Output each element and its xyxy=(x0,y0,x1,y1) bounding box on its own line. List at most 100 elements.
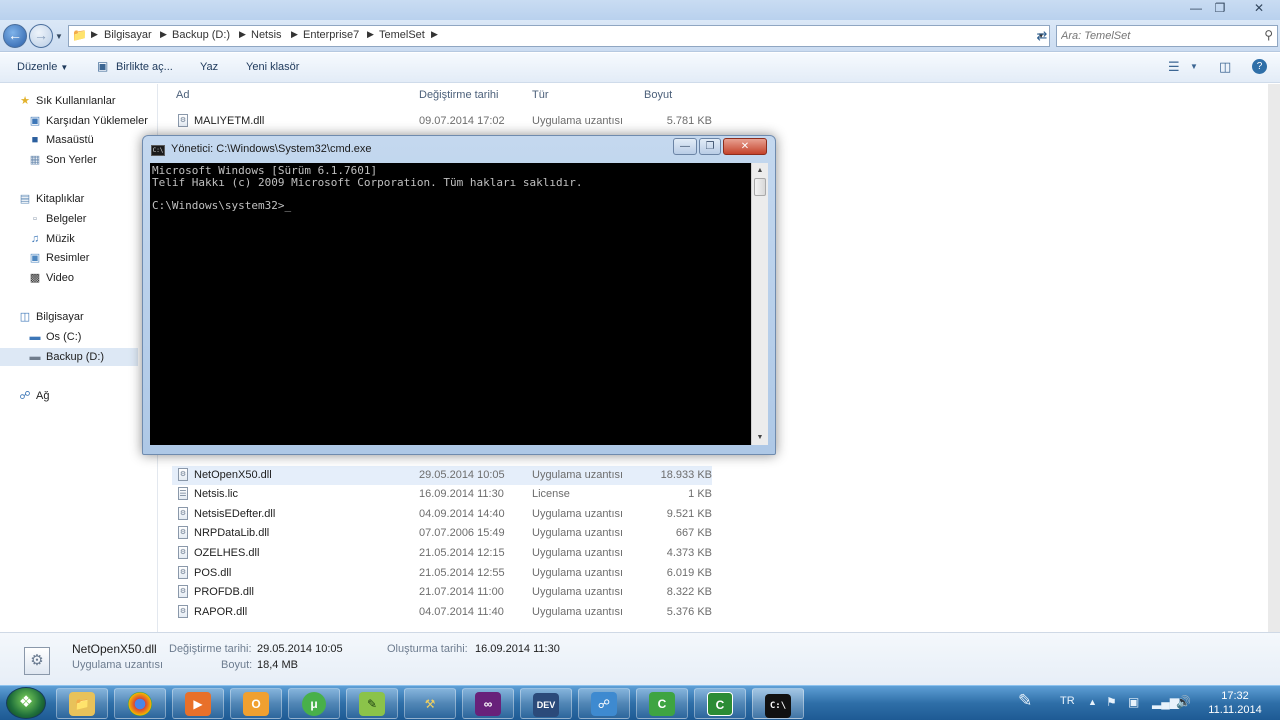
file-row[interactable]: ⚙ RAPOR.dll 04.07.2014 11:40 Uygulama uz… xyxy=(172,603,712,622)
close-button[interactable]: ✕ xyxy=(1244,0,1274,18)
file-row[interactable]: ⚙ MALIYETM.dll 09.07.2014 17:02 Uygulama… xyxy=(172,112,712,131)
nav-documents[interactable]: ▫ Belgeler xyxy=(28,210,86,228)
downloads-icon: ▣ xyxy=(29,115,41,127)
breadcrumb-netsis[interactable]: Netsis xyxy=(251,29,282,41)
nav-computer[interactable]: ◫ Bilgisayar xyxy=(18,308,84,326)
open-with-button[interactable]: Birlikte aç... xyxy=(116,61,173,73)
nav-pictures[interactable]: ▣ Resimler xyxy=(28,249,90,267)
clock[interactable]: 17:32 11.11.2014 xyxy=(1196,689,1274,717)
cmd-maximize-button[interactable]: ❐ xyxy=(699,138,721,155)
file-row[interactable]: ⚙ POS.dll 21.05.2014 12:55 Uygulama uzan… xyxy=(172,564,712,583)
nav-videos[interactable]: ▩ Video xyxy=(28,269,74,287)
nav-network[interactable]: ☍ Ağ xyxy=(18,387,49,405)
nav-music[interactable]: ♫ Müzik xyxy=(28,230,75,248)
console-scrollbar[interactable]: ▲ ▼ xyxy=(751,163,768,445)
dll-file-icon: ⚙ xyxy=(178,546,188,559)
column-header-size[interactable]: Boyut xyxy=(644,89,672,101)
search-input[interactable] xyxy=(1061,27,1251,45)
breadcrumb-separator[interactable]: ▶ xyxy=(160,29,167,40)
preview-pane-icon[interactable]: ◫ xyxy=(1219,59,1231,75)
show-hidden-icons-icon[interactable]: ▲ xyxy=(1088,697,1097,707)
file-row-selected[interactable]: ⚙ NetOpenX50.dll 29.05.2014 10:05 Uygula… xyxy=(172,466,712,485)
media-player-icon[interactable]: ▶ xyxy=(172,688,224,719)
nav-libraries[interactable]: ▤ Kitaplıklar xyxy=(18,190,85,208)
dll-file-icon: ⚙ xyxy=(178,114,188,127)
device-icon[interactable]: ▣ xyxy=(1128,695,1139,709)
details-file-name: NetOpenX50.dll xyxy=(72,642,157,656)
file-type: Uygulama uzantısı xyxy=(532,586,624,598)
cmd-minimize-button[interactable]: — xyxy=(673,138,697,155)
column-header-type[interactable]: Tür xyxy=(532,89,549,101)
language-indicator[interactable]: TR xyxy=(1060,695,1075,707)
breadcrumb-separator[interactable]: ▶ xyxy=(291,29,298,40)
breadcrumb-separator[interactable]: ▶ xyxy=(91,29,98,40)
search-box[interactable]: ⚲ xyxy=(1056,25,1278,47)
file-size: 5.781 KB xyxy=(666,115,712,127)
nav-favorites[interactable]: ★ Sık Kullanılanlar xyxy=(18,92,116,110)
breadcrumb-separator[interactable]: ▶ xyxy=(431,29,438,40)
network-signal-icon[interactable]: ▂▄▆ xyxy=(1152,695,1179,709)
network-tool-icon[interactable]: ☍ xyxy=(578,688,630,719)
breadcrumb-computer[interactable]: Bilgisayar xyxy=(104,29,152,41)
file-list-scrollbar[interactable] xyxy=(1268,84,1280,632)
breadcrumb-enterprise7[interactable]: Enterprise7 xyxy=(303,29,359,41)
breadcrumb-backup-d[interactable]: Backup (D:) xyxy=(172,29,230,41)
view-dropdown-icon[interactable]: ▼ xyxy=(1190,62,1198,71)
breadcrumb-separator[interactable]: ▶ xyxy=(239,29,246,40)
print-button[interactable]: Yaz xyxy=(200,61,218,73)
breadcrumb-separator[interactable]: ▶ xyxy=(367,29,374,40)
new-folder-button[interactable]: Yeni klasör xyxy=(246,61,299,73)
minimize-button[interactable]: — xyxy=(1184,0,1208,18)
nav-drive-d[interactable]: ▬ Backup (D:) xyxy=(0,348,138,366)
scroll-thumb[interactable] xyxy=(754,178,766,196)
outlook-icon[interactable]: O xyxy=(230,688,282,719)
file-size: 18.933 KB xyxy=(660,469,712,481)
file-size: 667 KB xyxy=(675,527,712,539)
devexpress-icon[interactable]: DEV xyxy=(520,688,572,719)
organize-button[interactable]: Düzenle ▼ xyxy=(17,61,68,73)
refresh-icon[interactable]: ⇄ xyxy=(1032,25,1052,47)
column-header-date[interactable]: Değiştirme tarihi xyxy=(419,89,498,101)
cmd-icon[interactable]: C:\ xyxy=(752,688,804,719)
nav-recent[interactable]: ▦ Son Yerler xyxy=(28,151,97,169)
camtasia-icon[interactable]: C xyxy=(636,688,688,719)
recent-pages-chevron-icon[interactable]: ▼ xyxy=(55,32,63,41)
address-bar[interactable]: 📁 ▶ Bilgisayar ▶ Backup (D:) ▶ Netsis ▶ … xyxy=(68,25,1050,47)
forward-button[interactable]: → xyxy=(29,24,53,48)
file-row[interactable]: ☰ Netsis.lic 16.09.2014 11:30 License 1 … xyxy=(172,485,712,504)
help-icon[interactable]: ? xyxy=(1252,59,1267,74)
notepadpp-icon[interactable]: ✎ xyxy=(346,688,398,719)
file-row[interactable]: ⚙ OZELHES.dll 21.05.2014 12:15 Uygulama … xyxy=(172,544,712,563)
file-row[interactable]: ⚙ PROFDB.dll 21.07.2014 11:00 Uygulama u… xyxy=(172,583,712,602)
cmd-close-button[interactable]: ✕ xyxy=(723,138,767,155)
action-center-icon[interactable]: ⚑ xyxy=(1106,695,1117,709)
scroll-down-icon[interactable]: ▼ xyxy=(752,430,768,445)
nav-downloads[interactable]: ▣ Karşıdan Yüklemeler xyxy=(28,112,148,130)
pen-tool-icon[interactable]: ✎ xyxy=(1018,691,1032,711)
column-header-name[interactable]: Ad xyxy=(176,89,189,101)
utorrent-icon[interactable]: μ xyxy=(288,688,340,719)
search-icon[interactable]: ⚲ xyxy=(1264,28,1273,42)
nav-label: Sık Kullanılanlar xyxy=(36,95,116,107)
tools-icon[interactable]: ⚒ xyxy=(404,688,456,719)
explorer-icon[interactable]: 📁 xyxy=(56,688,108,719)
back-button[interactable]: ← xyxy=(3,24,27,48)
file-row[interactable]: ⚙ NRPDataLib.dll 07.07.2006 15:49 Uygula… xyxy=(172,524,712,543)
scroll-up-icon[interactable]: ▲ xyxy=(752,163,768,178)
maximize-button[interactable]: ❐ xyxy=(1208,0,1232,18)
visual-studio-icon[interactable]: ∞ xyxy=(462,688,514,719)
nav-label: Os (C:) xyxy=(46,331,82,343)
start-button[interactable]: ❖ xyxy=(6,687,46,719)
view-options-icon[interactable]: ☰ xyxy=(1168,59,1180,75)
nav-desktop[interactable]: ■ Masaüstü xyxy=(28,131,94,149)
breadcrumb-temelset[interactable]: TemelSet xyxy=(379,29,425,41)
console-output[interactable]: Microsoft Windows [Sürüm 6.1.7601] Telif… xyxy=(150,163,751,445)
file-row[interactable]: ⚙ NetsisEDefter.dll 04.09.2014 14:40 Uyg… xyxy=(172,505,712,524)
cmd-window[interactable]: C:\ Yönetici: C:\Windows\System32\cmd.ex… xyxy=(142,135,776,455)
drive-icon: ▬ xyxy=(29,331,41,343)
volume-icon[interactable]: 🔊 xyxy=(1176,695,1191,709)
chevron-down-icon: ▼ xyxy=(60,63,69,72)
nav-drive-c[interactable]: ▬ Os (C:) xyxy=(28,328,82,346)
chrome-icon[interactable] xyxy=(114,688,166,719)
camtasia-recorder-icon[interactable]: C xyxy=(694,688,746,719)
